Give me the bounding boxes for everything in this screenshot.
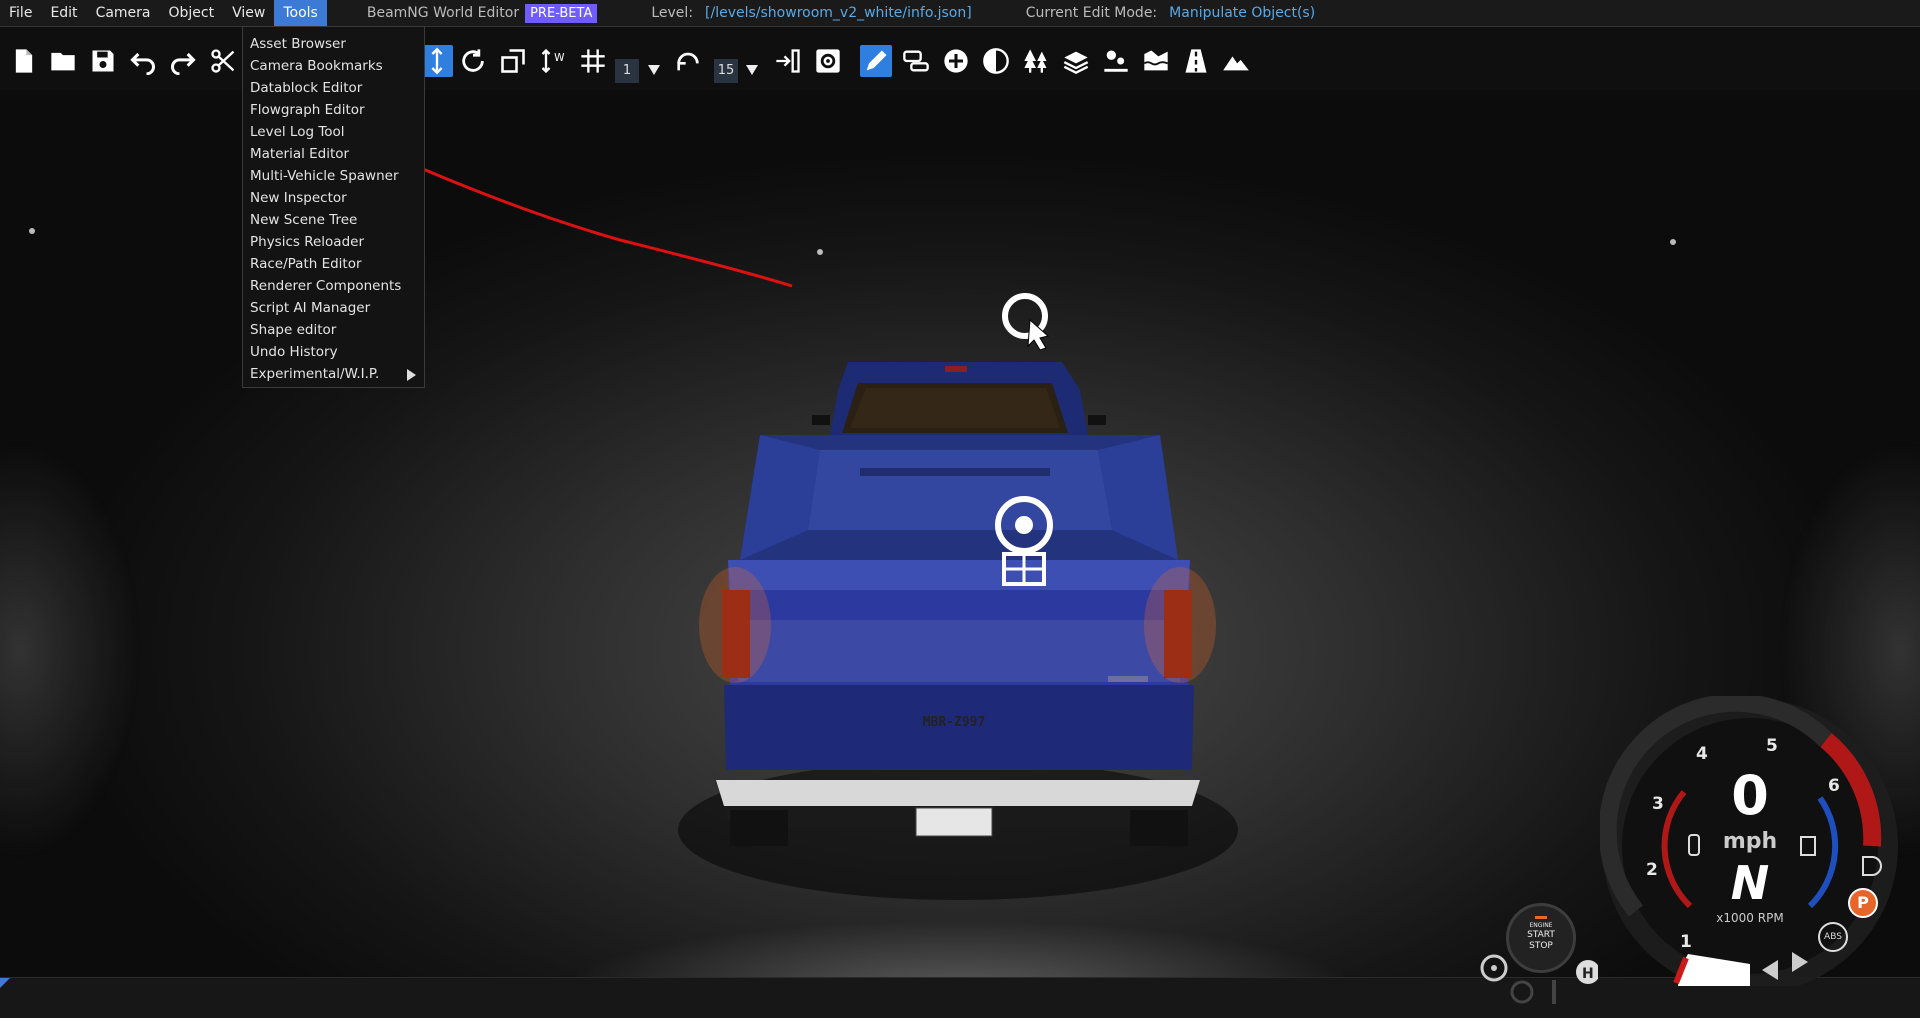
undo-icon[interactable]	[127, 45, 159, 77]
speed-value: 0	[1731, 764, 1769, 827]
menu-item-camera-bookmarks[interactable]: Camera Bookmarks	[243, 55, 424, 77]
rotation-snap-caret[interactable]	[746, 65, 758, 75]
menu-edit[interactable]: Edit	[41, 0, 86, 26]
redo-icon[interactable]	[167, 45, 199, 77]
cut-icon[interactable]	[207, 45, 239, 77]
level-path: [/levels/showroom_v2_white/info.json]	[705, 5, 972, 21]
new-file-icon[interactable]	[8, 45, 40, 77]
grid-size-caret[interactable]	[648, 65, 660, 75]
menu-item-asset-browser[interactable]: Asset Browser	[243, 33, 424, 55]
rpm-tick-5: 5	[1766, 736, 1778, 756]
menu-item-undo-history[interactable]: Undo History	[243, 341, 424, 363]
rotate-icon[interactable]	[457, 45, 489, 77]
headlight-icon	[1862, 856, 1882, 876]
open-folder-icon[interactable]	[47, 45, 79, 77]
h-shifter-icon[interactable]: H	[1576, 960, 1598, 984]
snap-to-terrain-icon[interactable]	[772, 45, 804, 77]
temperature-icon	[1688, 834, 1700, 856]
turn-left-icon	[1762, 960, 1778, 980]
level-label: Level:	[651, 5, 694, 21]
svg-text:W: W	[554, 52, 565, 64]
app-title: BeamNG World Editor	[366, 5, 520, 21]
menu-file[interactable]: File	[0, 0, 41, 26]
menu-camera[interactable]: Camera	[87, 0, 160, 26]
menu-item-new-inspector[interactable]: New Inspector	[243, 187, 424, 209]
translate-icon[interactable]	[421, 45, 453, 77]
terrain-layers-icon[interactable]	[1060, 45, 1092, 77]
speed-unit: mph	[1722, 829, 1778, 854]
grid-snap-icon[interactable]	[577, 45, 609, 77]
corner-marker-icon	[0, 978, 10, 988]
parking-brake-indicator: P	[1848, 888, 1878, 918]
engine-start-label: START	[1527, 930, 1555, 940]
rotation-snap-value[interactable]: 15	[714, 59, 738, 83]
fuel-pump-icon	[1800, 836, 1816, 856]
menu-item-multi-vehicle-spawner[interactable]: Multi-Vehicle Spawner	[243, 165, 424, 187]
menu-item-experimental[interactable]: Experimental/W.I.P.	[243, 363, 424, 385]
menu-item-experimental-label: Experimental/W.I.P.	[250, 366, 380, 382]
add-object-icon[interactable]	[940, 45, 972, 77]
speedometer-gauge: 1 2 3 4 5 6 0 mph N x1000 RPM P ABS	[1600, 696, 1900, 986]
handbrake-icon	[1552, 980, 1556, 1004]
menu-item-flowgraph-editor[interactable]: Flowgraph Editor	[243, 99, 424, 121]
menubar: File Edit Camera Object View Tools BeamN…	[0, 0, 1920, 27]
svg-text:H: H	[1582, 966, 1594, 982]
menu-item-datablock-editor[interactable]: Datablock Editor	[243, 77, 424, 99]
menu-item-physics-reloader[interactable]: Physics Reloader	[243, 231, 424, 253]
menu-object[interactable]: Object	[160, 0, 224, 26]
rpm-tick-4: 4	[1696, 744, 1708, 764]
tire-icon	[1510, 980, 1534, 1004]
road-icon[interactable]	[1180, 45, 1212, 77]
object-edit-pencil-icon[interactable]	[860, 45, 892, 77]
camera-path-icon[interactable]	[900, 45, 932, 77]
menu-item-level-log-tool[interactable]: Level Log Tool	[243, 121, 424, 143]
world-axis-icon[interactable]: W	[537, 45, 569, 77]
forest-icon[interactable]	[1020, 45, 1052, 77]
abs-indicator: ABS	[1818, 922, 1848, 952]
turn-right-icon	[1792, 952, 1808, 972]
menu-item-race-path-editor[interactable]: Race/Path Editor	[243, 253, 424, 275]
menu-item-renderer-components[interactable]: Renderer Components	[243, 275, 424, 297]
scale-icon[interactable]	[497, 45, 529, 77]
submenu-arrow-icon	[407, 369, 416, 381]
menu-tools[interactable]: Tools	[274, 0, 327, 26]
edit-mode-value: Manipulate Object(s)	[1169, 5, 1316, 21]
menu-item-material-editor[interactable]: Material Editor	[243, 143, 424, 165]
decal-icon[interactable]	[980, 45, 1012, 77]
bottom-hud-icons: H	[1480, 954, 1598, 1004]
engine-stop-label: STOP	[1529, 941, 1553, 951]
settings-gear-icon[interactable]	[812, 45, 844, 77]
tools-dropdown-menu: Asset Browser Camera Bookmarks Datablock…	[242, 26, 425, 388]
engine-label: ENGINE	[1529, 922, 1553, 929]
steering-wheel-icon[interactable]	[1480, 954, 1508, 982]
rpm-tick-1: 1	[1680, 932, 1692, 952]
abs-label: ABS	[1824, 932, 1842, 942]
engine-indicator	[1535, 916, 1547, 919]
pre-beta-badge: PRE-BETA	[525, 3, 598, 23]
save-icon[interactable]	[87, 45, 119, 77]
water-icon[interactable]	[1140, 45, 1172, 77]
terrain-mountain-icon[interactable]	[1220, 45, 1252, 77]
edit-mode-label: Current Edit Mode:	[1025, 5, 1158, 21]
menu-item-script-ai-manager[interactable]: Script AI Manager	[243, 297, 424, 319]
rotation-snap-icon[interactable]	[672, 45, 704, 77]
menu-view[interactable]: View	[223, 0, 274, 26]
spawn-point-icon[interactable]	[1002, 293, 1050, 351]
menu-item-shape-editor[interactable]: Shape editor	[243, 319, 424, 341]
menu-item-new-scene-tree[interactable]: New Scene Tree	[243, 209, 424, 231]
parking-brake-label: P	[1857, 893, 1869, 912]
grid-size-value[interactable]: 1	[615, 59, 639, 83]
license-plate-text: MBR-Z997	[922, 715, 986, 730]
terrain-paint-icon[interactable]	[1100, 45, 1132, 77]
